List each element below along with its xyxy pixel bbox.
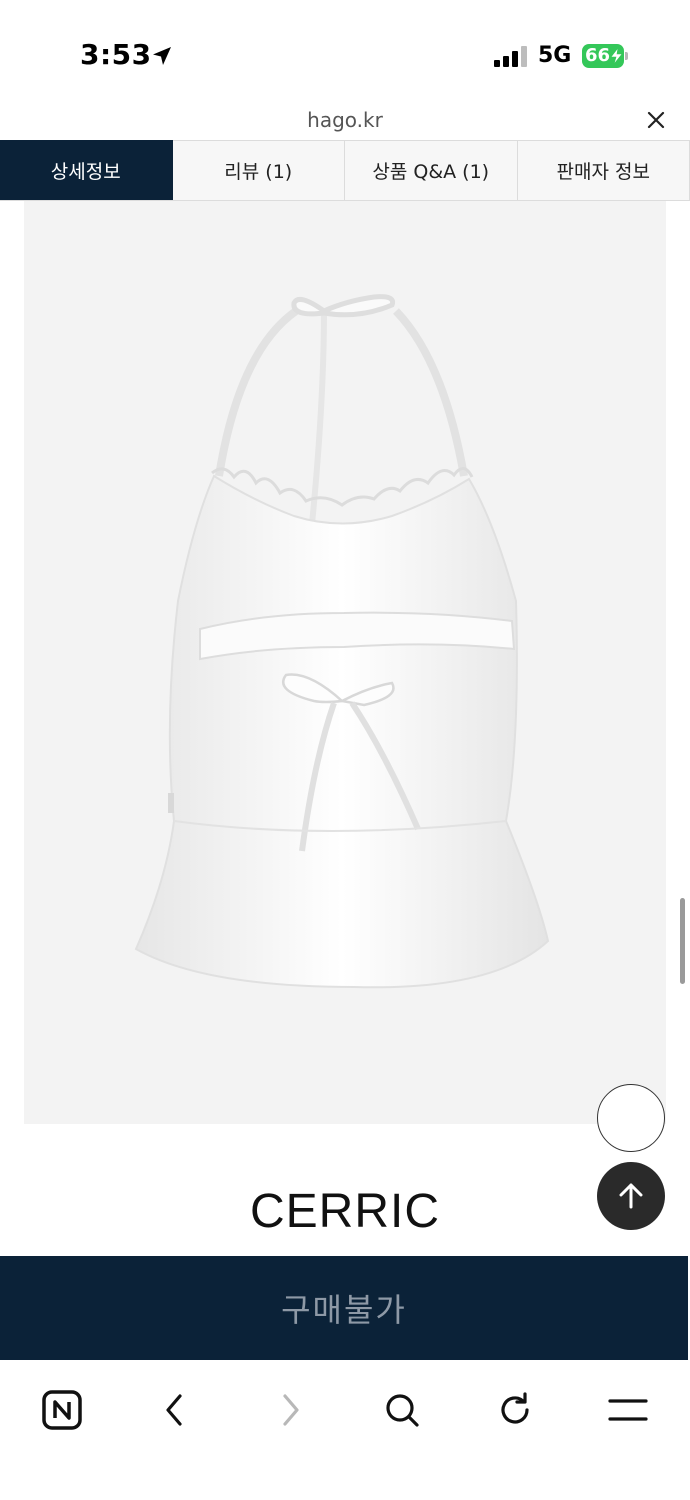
scroll-indicator[interactable]: [680, 898, 685, 984]
purchase-button[interactable]: 구매불가: [0, 1256, 688, 1360]
signal-bars-icon: [494, 45, 528, 67]
browser-bottom-nav: [0, 1360, 690, 1500]
refresh-icon[interactable]: [485, 1380, 545, 1440]
product-image-area: [24, 201, 666, 1124]
forward-icon[interactable]: [260, 1380, 320, 1440]
white-halter-top-image: [134, 294, 550, 989]
close-icon[interactable]: [642, 106, 670, 134]
status-time: 3:53: [80, 38, 152, 71]
status-bar: 3:53 5G 66: [0, 0, 690, 100]
url-text[interactable]: hago.kr: [0, 108, 690, 132]
battery-charging-icon: 66: [582, 44, 628, 68]
menu-icon[interactable]: [598, 1380, 658, 1440]
search-icon[interactable]: [372, 1380, 432, 1440]
tab-details[interactable]: 상세정보: [0, 140, 173, 200]
naver-icon[interactable]: [32, 1380, 92, 1440]
brand-name: CERRIC: [249, 1185, 440, 1238]
circle-button-icon[interactable]: [597, 1084, 665, 1152]
battery-level: 66: [585, 45, 611, 66]
tab-seller-info[interactable]: 판매자 정보: [517, 140, 690, 200]
location-arrow-icon: [153, 47, 171, 65]
tab-qna[interactable]: 상품 Q&A (1): [345, 140, 518, 200]
product-tabs: 상세정보 리뷰 (1) 상품 Q&A (1) 판매자 정보: [0, 140, 690, 201]
purchase-label: 구매불가: [281, 1291, 407, 1329]
network-label: 5G: [538, 43, 572, 68]
back-icon[interactable]: [145, 1380, 205, 1440]
browser-url-bar: hago.kr: [0, 100, 690, 140]
tab-reviews[interactable]: 리뷰 (1): [172, 140, 345, 200]
